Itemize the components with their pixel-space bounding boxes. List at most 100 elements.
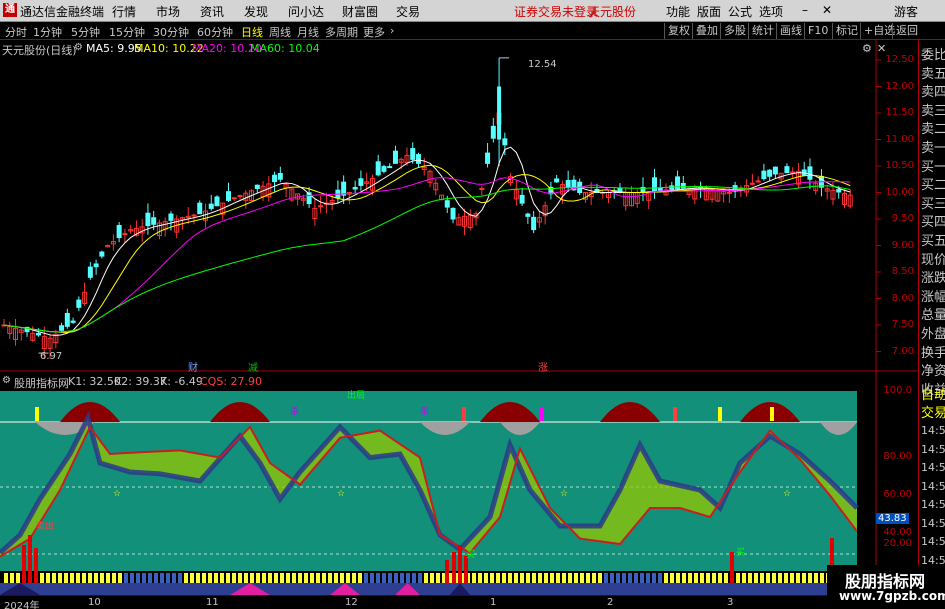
indicator-tag-sell: 卖出 (36, 522, 55, 532)
signal-bar (382, 573, 386, 583)
candle-body (93, 263, 99, 268)
tick-time: 14:55 (921, 461, 945, 474)
signal-bar (760, 573, 764, 583)
signal-bar (664, 573, 668, 583)
signal-bar (544, 573, 548, 583)
signal-bar (166, 573, 170, 583)
signal-bar (652, 573, 656, 583)
signal-bar (64, 573, 68, 583)
candle-body (197, 202, 203, 215)
high-price-label: 12.54 (528, 59, 557, 70)
ma5-line (3, 146, 851, 336)
signal-bar (340, 573, 344, 583)
indicator-name[interactable]: 股朋指标网 (14, 375, 69, 391)
signal-bar (94, 573, 98, 583)
signal-bar (394, 573, 398, 583)
signal-bar (718, 573, 722, 583)
signal-bar (712, 573, 716, 583)
signal-bar (322, 573, 326, 583)
signal-bar (814, 573, 818, 583)
candle-body (254, 184, 260, 190)
candle-body (755, 180, 761, 183)
signal-bar (154, 573, 158, 583)
star-icon: ☆ (560, 489, 568, 499)
signal-bar (214, 573, 218, 583)
quote-field-label: 现价 (921, 252, 945, 268)
tick-time: 14:55 (921, 442, 945, 456)
candle-body (226, 191, 232, 201)
indicator-settings-icon[interactable]: ⚙ (2, 375, 11, 386)
price-axis-tick: 12.50 (885, 54, 914, 65)
quote-field-label: 卖四 (921, 85, 945, 101)
signal-bar (616, 573, 620, 583)
candle-body (64, 312, 70, 327)
indicator-k: K: -6.49 (160, 375, 203, 388)
star-icon: ☆ (783, 489, 791, 499)
candle-body (36, 332, 42, 336)
signal-bar (622, 573, 626, 583)
app-window: 通 通达信金融终端 行情 市场 资讯 发现 问小达 财富圈 交易 证券交易未登录… (0, 0, 945, 609)
star-icon: ☆ (337, 489, 345, 499)
signal-bar (178, 573, 182, 583)
settings-gear-icon[interactable]: ⚙ (74, 42, 83, 53)
signal-bar (376, 573, 380, 583)
signal-bar (772, 573, 776, 583)
signal-bar (406, 573, 410, 583)
quote-field-label: 总量 (921, 308, 945, 324)
signal-spike (452, 552, 456, 583)
signal-bar (46, 573, 50, 583)
signal-bar (220, 573, 224, 583)
event-marker-rise[interactable]: 涨 (538, 359, 548, 374)
signal-bar (568, 573, 572, 583)
price-axis-tick: 7.00 (891, 345, 914, 357)
tick-time: 14:56 (921, 535, 945, 548)
candle-body (237, 194, 243, 197)
quote-field-label: 买五 (921, 234, 945, 249)
signal-bar (250, 573, 254, 583)
signal-bar (592, 573, 596, 583)
indicator-axis-tick: 60.00 (883, 489, 912, 500)
signal-bar (130, 573, 134, 583)
top-signal-marker (462, 407, 466, 421)
tick-time: 14:56 (921, 498, 945, 511)
candle-body (485, 152, 491, 164)
signal-bar (172, 573, 176, 583)
signal-spike (464, 556, 468, 583)
indicator-tag-kill-1: 杀 (290, 407, 300, 417)
chart-canvas[interactable]: ☆ ☆ ☆ ☆ (0, 0, 945, 609)
signal-bar (478, 573, 482, 583)
signal-bar (238, 573, 242, 583)
signal-bar (364, 573, 368, 583)
signal-bar (292, 573, 296, 583)
signal-bar (670, 573, 674, 583)
indicator-area: ☆ ☆ ☆ ☆ (0, 391, 860, 595)
candle-body (767, 169, 773, 177)
signal-bar (580, 573, 584, 583)
indicator-k2: K2: 39.37 (114, 375, 167, 388)
signal-bar (52, 573, 56, 583)
event-marker-finance[interactable]: 财 (188, 359, 198, 374)
event-marker-reduce[interactable]: 减 (248, 359, 258, 374)
signal-bar (628, 573, 632, 583)
signal-bar (778, 573, 782, 583)
signal-bar (496, 573, 500, 583)
signal-bar (310, 573, 314, 583)
signal-bar (76, 573, 80, 583)
signal-bar (370, 573, 374, 583)
candle-body (790, 171, 796, 174)
date-axis-label: 10 (88, 597, 101, 608)
signal-bar (10, 573, 14, 583)
quote-field-label: 委比 (921, 48, 945, 63)
signal-bar (4, 573, 8, 583)
watermark-logo: 股朋指标网 www.7gpzb.com (827, 565, 945, 609)
signal-bar (232, 573, 236, 583)
top-signal-marker (770, 407, 774, 421)
quote-field-label: 外盘 (921, 327, 945, 342)
candle-body (214, 196, 220, 207)
price-axis-tick: 10.50 (885, 160, 914, 171)
candle-body (76, 299, 82, 308)
chart-settings-icon[interactable]: ⚙ (862, 42, 872, 55)
date-axis-label: 2024年 (4, 601, 40, 609)
signal-spike (34, 548, 38, 583)
price-axis-tick: 7.50 (891, 319, 914, 330)
